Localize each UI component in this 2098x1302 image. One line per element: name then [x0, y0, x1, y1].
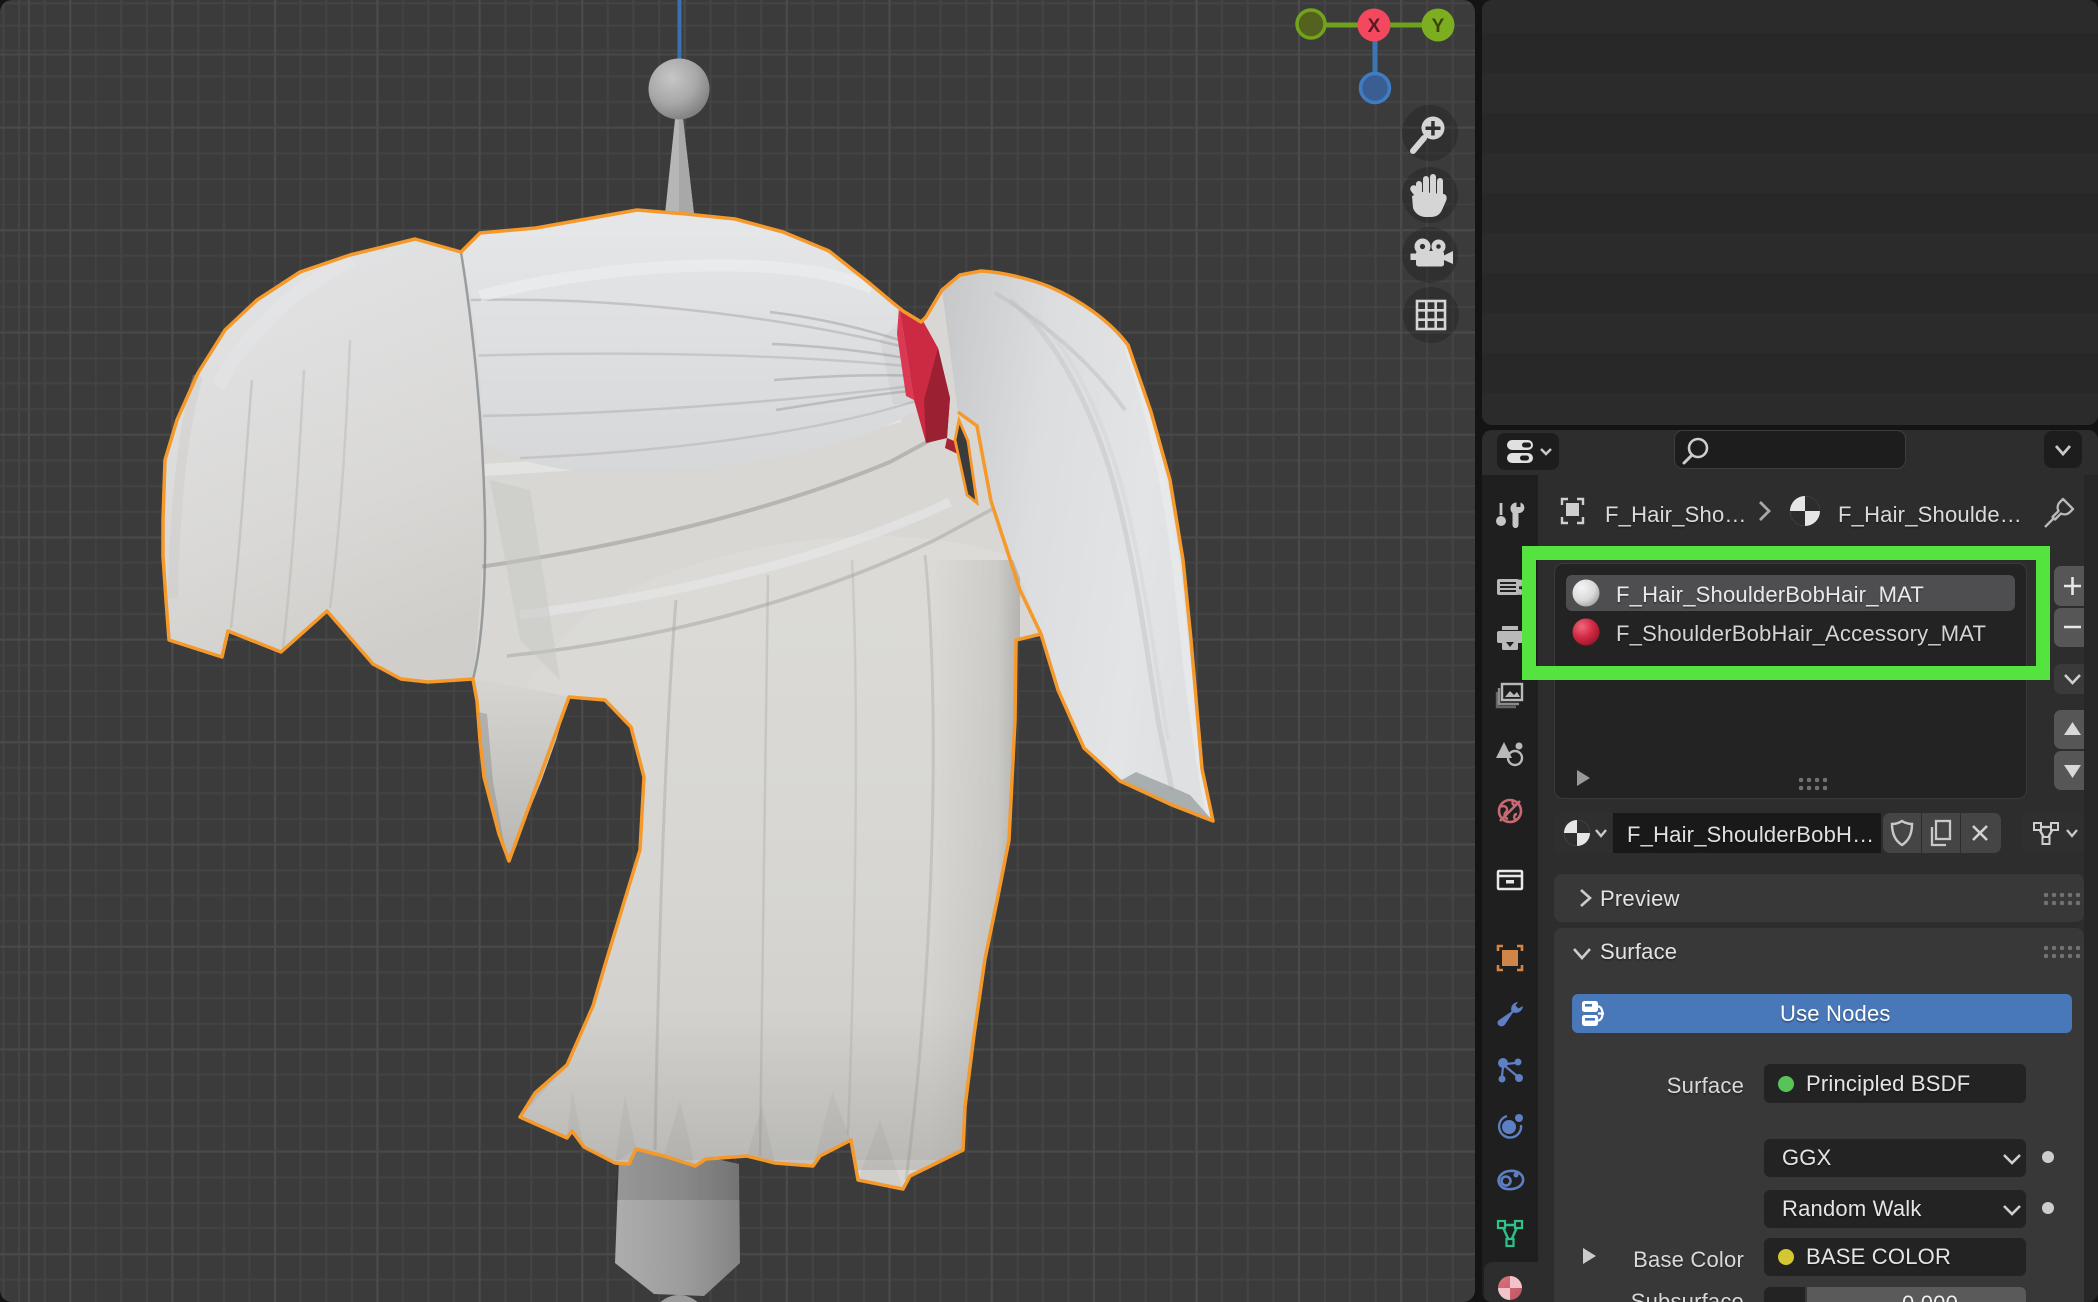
- svg-text:Y: Y: [1432, 16, 1445, 37]
- svg-text:X: X: [1368, 16, 1381, 37]
